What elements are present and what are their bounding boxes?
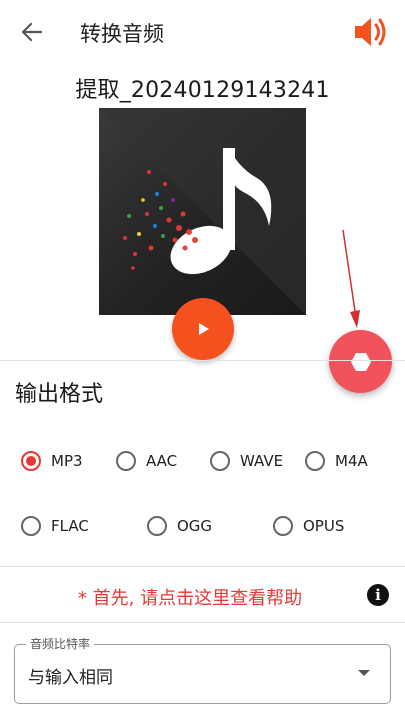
back-button[interactable] <box>18 18 46 46</box>
music-note-icon <box>99 108 306 315</box>
convert-fab-button[interactable] <box>329 330 392 393</box>
radio-label: FLAC <box>51 517 89 535</box>
file-name: 提取_20240129143241 <box>75 78 330 103</box>
radio-m4a[interactable]: M4A <box>305 451 368 471</box>
radio-circle <box>210 451 230 471</box>
divider <box>0 360 405 361</box>
radio-label: M4A <box>335 452 368 470</box>
radio-circle <box>21 516 41 536</box>
radio-label: AAC <box>146 452 178 470</box>
radio-circle <box>147 516 167 536</box>
radio-circle <box>21 451 41 471</box>
divider <box>0 566 405 567</box>
divider <box>0 622 405 623</box>
radio-mp3[interactable]: MP3 <box>21 451 83 471</box>
radio-label: OPUS <box>303 517 345 535</box>
info-icon[interactable]: i <box>367 584 389 606</box>
output-format-title: 输出格式 <box>15 382 104 407</box>
radio-label: MP3 <box>51 452 83 470</box>
radio-flac[interactable]: FLAC <box>21 516 89 536</box>
radio-wave[interactable]: WAVE <box>210 451 283 471</box>
volume-icon <box>355 18 386 46</box>
hexagon-icon <box>350 352 371 371</box>
radio-circle <box>116 451 136 471</box>
radio-opus[interactable]: OPUS <box>273 516 344 536</box>
hint-arrow <box>342 229 360 328</box>
album-cover <box>99 108 306 315</box>
bitrate-value: 与输入相同 <box>28 668 113 688</box>
radio-aac[interactable]: AAC <box>116 451 177 471</box>
radio-label: WAVE <box>240 452 284 470</box>
radio-circle <box>273 516 293 536</box>
caret-down-icon <box>358 670 370 676</box>
bitrate-label: 音频比特率 <box>26 635 95 652</box>
arrow-left-icon <box>21 22 43 42</box>
help-link[interactable]: * 首先, 请点击这里查看帮助 <box>0 584 380 610</box>
radio-ogg[interactable]: OGG <box>147 516 212 536</box>
radio-circle <box>305 451 325 471</box>
help-row: * 首先, 请点击这里查看帮助 <box>0 580 405 612</box>
radio-label: OGG <box>177 517 213 535</box>
play-icon <box>199 323 209 335</box>
play-button[interactable] <box>172 298 234 360</box>
page-title: 转换音频 <box>80 22 164 46</box>
app-bar: 转换音频 <box>0 0 405 64</box>
speaker-button[interactable] <box>351 12 391 52</box>
